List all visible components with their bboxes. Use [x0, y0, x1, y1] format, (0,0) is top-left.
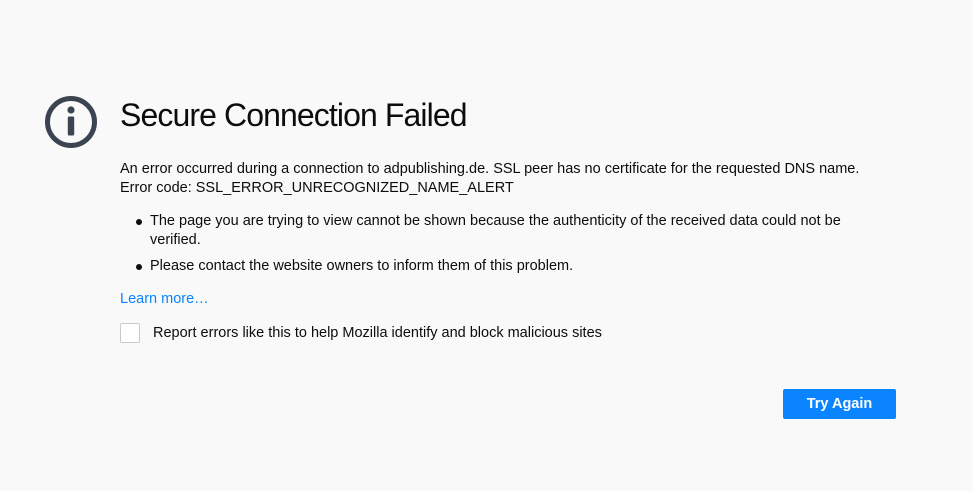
list-item: The page you are trying to view cannot b…	[136, 212, 895, 250]
error-page: Secure Connection Failed An error occurr…	[0, 0, 973, 491]
report-errors-row: Report errors like this to help Mozilla …	[120, 323, 900, 343]
error-content: Secure Connection Failed An error occurr…	[120, 92, 900, 343]
report-errors-label[interactable]: Report errors like this to help Mozilla …	[153, 325, 602, 341]
list-item: Please contact the website owners to inf…	[136, 257, 895, 276]
error-bullet-list: The page you are trying to view cannot b…	[120, 212, 895, 276]
try-again-button[interactable]: Try Again	[783, 389, 896, 419]
page-title: Secure Connection Failed	[120, 97, 468, 133]
info-icon	[43, 94, 99, 150]
learn-more-link[interactable]: Learn more…	[120, 291, 209, 307]
report-errors-checkbox[interactable]	[120, 323, 140, 343]
error-description: An error occurred during a connection to…	[120, 161, 860, 196]
